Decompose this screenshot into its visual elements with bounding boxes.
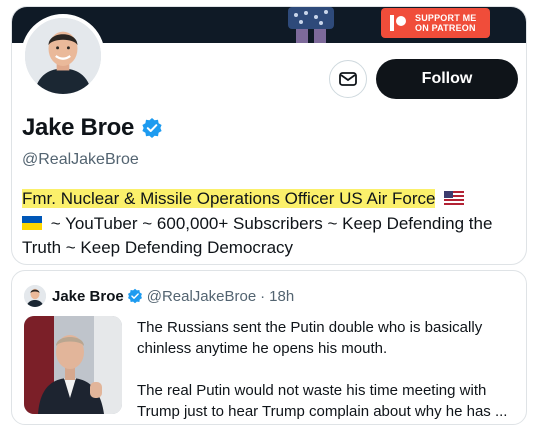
tweet-paragraph-2: The real Putin would not waste his time … (137, 382, 508, 420)
profile-bio: Fmr. Nuclear & Missile Operations Office… (22, 187, 522, 261)
envelope-icon (339, 72, 357, 86)
quoted-tweet-card[interactable]: Jake Broe @RealJakeBroe · 18h The Russia… (11, 270, 527, 425)
tweet-photo (24, 316, 122, 414)
profile-avatar[interactable] (21, 14, 105, 98)
patreon-line-1: SUPPORT ME (415, 13, 477, 23)
follow-button[interactable]: Follow (376, 59, 518, 99)
avatar-photo (25, 18, 101, 94)
banner-figure-image (282, 7, 342, 43)
bio-highlighted-text: Fmr. Nuclear & Missile Operations Office… (22, 189, 436, 208)
tweet-author-name[interactable]: Jake Broe (52, 288, 124, 305)
profile-card: SUPPORT ME ON PATREON Follow Jake Broe @… (11, 6, 527, 265)
tweet-author-handle[interactable]: @RealJakeBroe (147, 288, 256, 305)
patreon-badge[interactable]: SUPPORT ME ON PATREON (381, 8, 490, 38)
bio-rest-text: ~ YouTuber ~ 600,000+ Subscribers ~ Keep… (22, 213, 493, 258)
tweet-text: The Russians sent the Putin double who i… (137, 317, 519, 422)
tweet-header: Jake Broe @RealJakeBroe · 18h (24, 285, 294, 307)
tweet-paragraph-1: The Russians sent the Putin double who i… (137, 319, 483, 357)
display-name-row: Jake Broe (22, 114, 163, 142)
verified-badge-icon[interactable] (141, 117, 163, 139)
verified-badge-icon (127, 288, 142, 304)
tweet-timestamp[interactable]: 18h (269, 288, 294, 305)
message-button[interactable] (329, 60, 367, 98)
ukraine-flag-icon (22, 215, 42, 230)
patreon-logo-icon (390, 15, 406, 31)
tweet-avatar-photo (24, 285, 46, 307)
patreon-text: SUPPORT ME ON PATREON (415, 13, 477, 33)
tweet-meta-separator: · (260, 287, 266, 305)
us-flag-icon (444, 191, 465, 205)
tweet-avatar[interactable] (24, 285, 46, 307)
patreon-line-2: ON PATREON (415, 23, 476, 33)
profile-handle: @RealJakeBroe (22, 151, 139, 168)
display-name[interactable]: Jake Broe (22, 114, 134, 142)
tweet-media-thumbnail[interactable] (24, 316, 122, 414)
